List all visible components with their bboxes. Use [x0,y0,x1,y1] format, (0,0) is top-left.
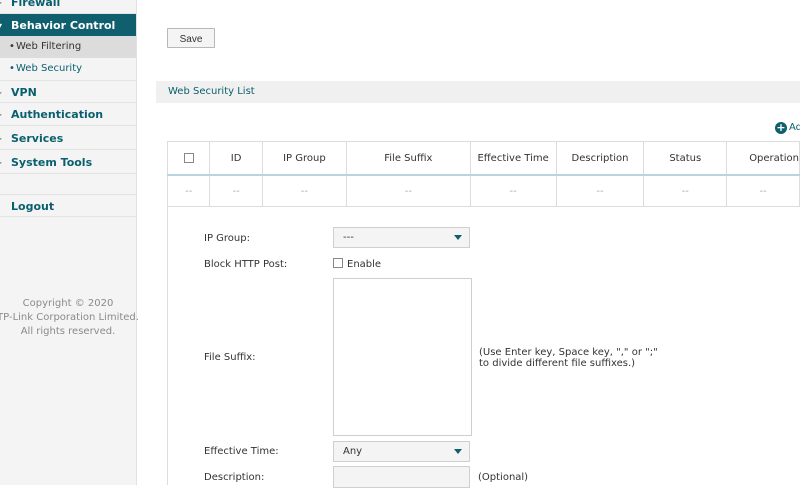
sidebar-item-label: Behavior Control [11,19,116,32]
table-row: -- -- -- -- -- -- -- -- [166,174,800,207]
sidebar-item-system-tools[interactable]: ▸ System Tools [0,151,136,174]
sidebar-subitem-web-filtering[interactable]: • Web Filtering [0,36,136,58]
table-cell: -- [166,174,211,207]
edit-form-panel [167,206,800,485]
copyright-line: Copyright © 2020 [22,298,114,309]
bullet-icon: • [9,41,15,52]
col-header-operation: Operation [726,141,800,176]
col-header-id: ID [209,141,263,176]
copyright-line: TP-Link Corporation Limited. [0,312,139,323]
ip-group-label: IP Group: [204,233,250,244]
ip-group-select[interactable]: --- [333,227,470,248]
save-button[interactable]: Save [167,28,215,48]
col-header-description: Description [555,141,645,176]
description-label: Description: [204,472,265,483]
plus-circle-icon: + [775,121,787,134]
web-security-table: ID IP Group File Suffix Effective Time D… [166,141,800,207]
col-header-file-suffix: File Suffix [346,141,471,176]
chevron-right-icon: ▸ [0,158,3,167]
block-http-post-label: Block HTTP Post: [204,259,288,270]
sidebar-subitem-label: Web Filtering [16,41,82,52]
logout-label: Logout [11,200,55,213]
enable-label: Enable [347,259,382,270]
section-title: Web Security List [168,86,255,97]
hint-line: (Use Enter key, Space key, "," or ";" [479,347,658,358]
block-http-post-option[interactable]: Enable [333,258,381,270]
sidebar-subitem-web-security[interactable]: • Web Security [0,58,136,80]
sidebar-item-label: Services [11,132,64,145]
col-header-effective-time: Effective Time [469,141,557,176]
table-cell: -- [555,174,645,207]
chevron-right-icon: ▸ [0,0,3,7]
chevron-right-icon: ▸ [0,134,3,143]
enable-checkbox[interactable] [333,258,343,268]
file-suffix-textarea[interactable] [333,278,472,436]
file-suffix-hint: (Use Enter key, Space key, "," or ";" to… [479,347,658,369]
table-cell: -- [643,174,728,207]
sidebar-item-vpn[interactable]: ▸ VPN [0,80,136,103]
table-cell: -- [209,174,263,207]
chevron-right-icon: ▸ [0,88,3,97]
effective-time-label: Effective Time: [204,446,279,457]
table-header-row: ID IP Group File Suffix Effective Time D… [166,141,800,176]
sidebar-item-authentication[interactable]: ▸ Authentication [0,103,136,126]
bullet-icon: • [9,63,15,74]
sidebar-item-firewall[interactable]: ▸ Firewall [0,0,136,14]
add-label: Add [789,122,800,133]
file-suffix-label: File Suffix: [204,352,256,363]
select-all-checkbox[interactable] [183,152,194,163]
sidebar-item-label: Authentication [11,108,104,121]
effective-time-value: Any [343,446,363,457]
hint-line: to divide different file suffixes.) [479,358,636,369]
section-header: Web Security List [156,81,800,103]
table-cell: -- [261,174,348,207]
col-header-status: Status [643,141,728,176]
sidebar-item-label: System Tools [11,156,93,169]
sidebar-item-label: VPN [11,86,37,99]
copyright-line: All rights reserved. [20,326,116,337]
effective-time-select[interactable]: Any [333,441,470,462]
sidebar: ▸ Firewall ▾ Behavior Control • Web Filt… [0,0,139,485]
caret-down-icon [454,449,462,454]
chevron-right-icon: ▸ [0,110,3,119]
copyright: Copyright © 2020 TP-Link Corporation Lim… [0,297,144,339]
sidebar-item-logout[interactable]: Logout [0,194,136,217]
table-cell: -- [346,174,471,207]
caret-down-icon [454,235,462,240]
table-cell: -- [726,174,800,207]
optional-note: (Optional) [478,472,529,483]
sidebar-item-behavior-control[interactable]: ▾ Behavior Control [0,14,136,37]
ip-group-value: --- [343,232,354,243]
select-all-header [166,141,211,176]
col-header-operation-label: Operation [749,152,799,164]
sidebar-item-services[interactable]: ▸ Services [0,127,136,150]
add-button[interactable]: +Add [775,121,800,135]
sidebar-item-label: Firewall [11,0,61,9]
table-cell: -- [469,174,557,207]
chevron-down-icon: ▾ [0,21,3,30]
col-header-ip-group: IP Group [261,141,348,176]
sidebar-subitem-label: Web Security [16,63,83,74]
